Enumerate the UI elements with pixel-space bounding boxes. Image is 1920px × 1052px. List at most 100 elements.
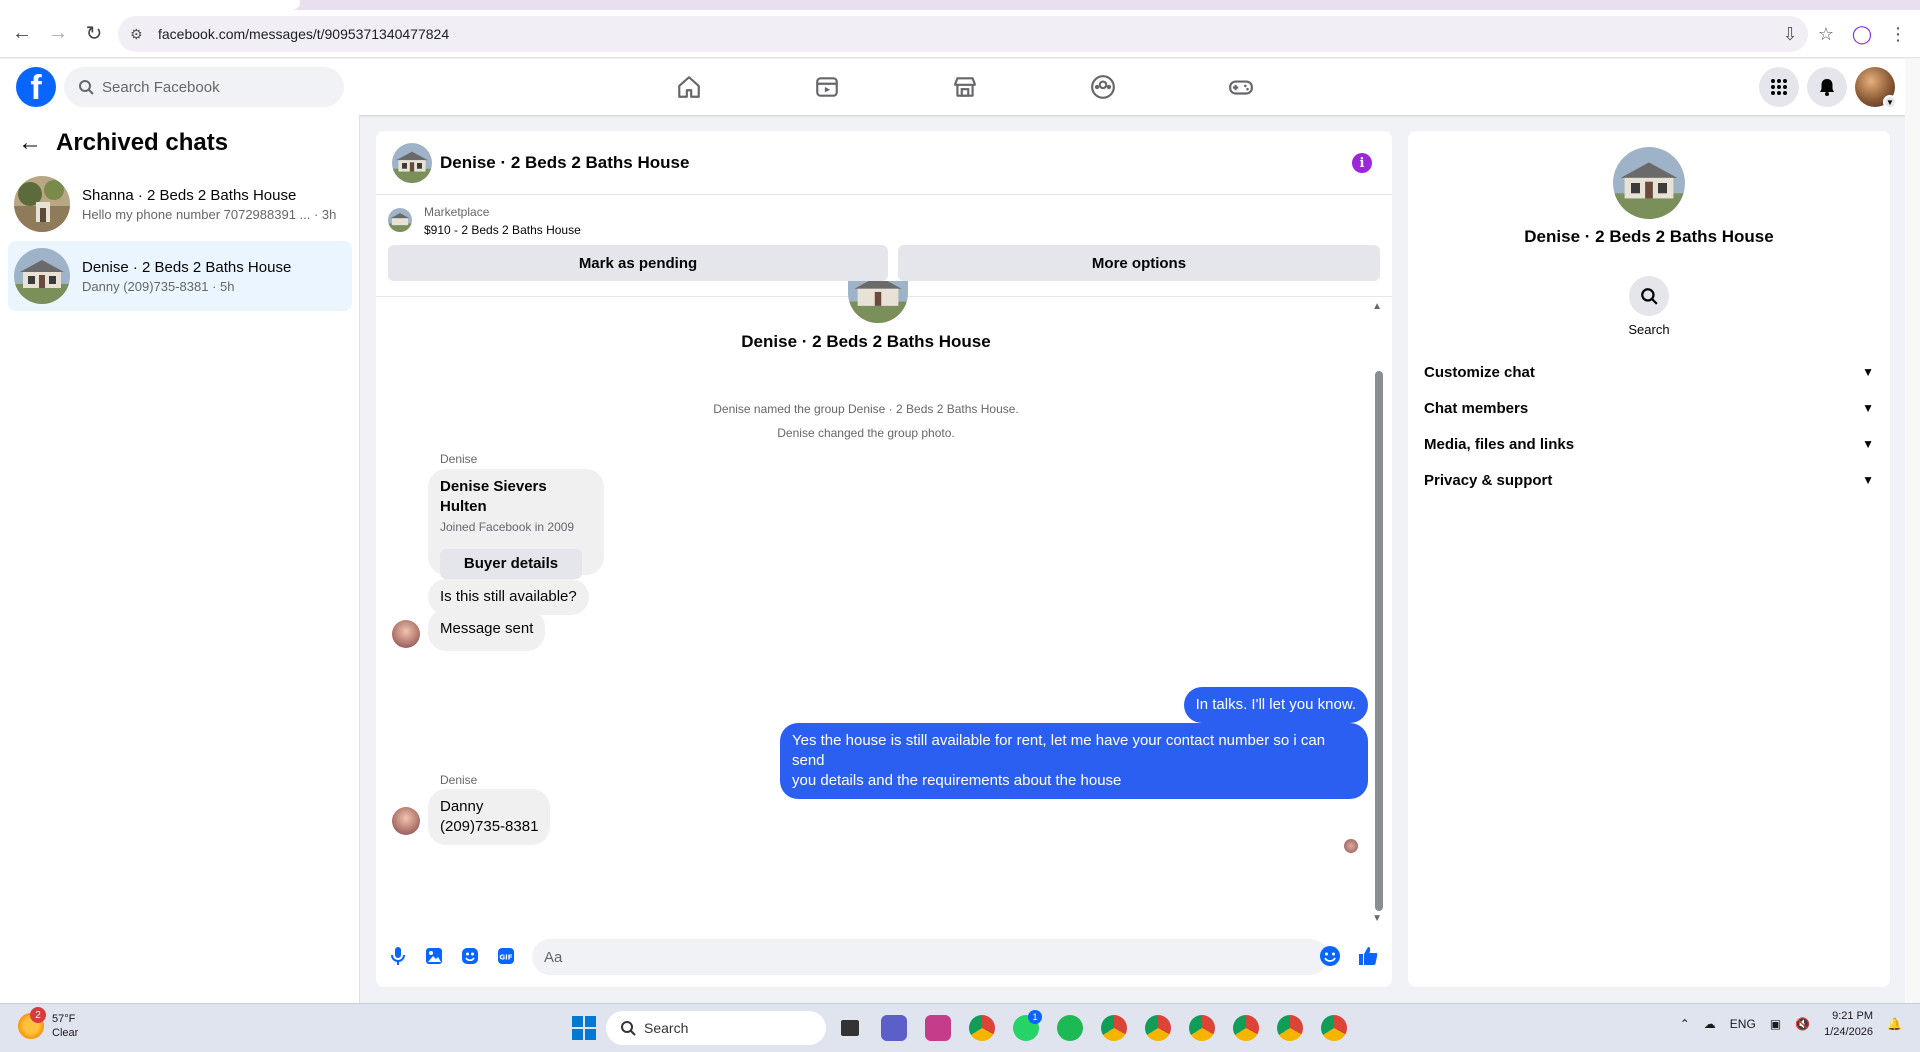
cloud-offline-icon[interactable]: ☁ xyxy=(1704,1017,1716,1031)
volume-muted-icon[interactable]: 🔇 xyxy=(1795,1017,1810,1031)
weather-widget[interactable]: 2 57°F Clear xyxy=(18,1007,78,1040)
chat-list-item[interactable]: Shanna · 2 Beds 2 Baths House Hello my p… xyxy=(8,169,352,239)
weather-icon: 2 xyxy=(18,1007,46,1039)
read-receipt-avatar xyxy=(1344,839,1358,853)
chats-sidebar: ← Archived chats Shanna · 2 Beds 2 Baths… xyxy=(0,115,360,1003)
nav-home-icon[interactable] xyxy=(620,59,758,115)
language-indicator[interactable]: ENG xyxy=(1730,1017,1756,1031)
sidebar-title: Archived chats xyxy=(56,129,229,156)
sticker-icon[interactable] xyxy=(458,944,482,968)
notifications-bell-icon[interactable] xyxy=(1807,67,1847,107)
system-tray: ⌃ ☁ ENG ▣ 🔇 9:21 PM 1/24/2026 🔔 xyxy=(1680,1008,1902,1040)
outgoing-message-bubble[interactable]: Yes the house is still available for ren… xyxy=(780,723,1368,799)
mark-as-pending-button[interactable]: Mark as pending xyxy=(388,245,888,281)
message-input[interactable]: Aa xyxy=(532,939,1328,975)
facebook-search-input[interactable]: Search Facebook xyxy=(64,67,344,107)
emoji-icon[interactable] xyxy=(1318,944,1342,968)
media-files-links-item[interactable]: Media, files and links ▼ xyxy=(1424,426,1874,462)
chat-members-item[interactable]: Chat members ▼ xyxy=(1424,390,1874,426)
more-options-button[interactable]: More options xyxy=(898,245,1380,281)
network-icon[interactable]: ▣ xyxy=(1770,1017,1781,1031)
svg-text:GIF: GIF xyxy=(499,954,512,962)
chrome-profile-icon[interactable] xyxy=(1096,1010,1132,1046)
sender-name: Denise xyxy=(440,773,478,787)
message-list[interactable]: Denise · 2 Beds 2 Baths House Denise nam… xyxy=(376,281,1392,925)
task-view-icon[interactable] xyxy=(832,1010,868,1046)
customize-chat-item[interactable]: Customize chat ▼ xyxy=(1424,354,1874,390)
listing-title[interactable]: $910 - 2 Beds 2 Baths House xyxy=(424,223,581,237)
conversation-title[interactable]: Denise · 2 Beds 2 Baths House xyxy=(440,153,689,173)
scrollbar-thumb[interactable] xyxy=(1375,371,1383,911)
page-scrollbar[interactable] xyxy=(1905,59,1920,1003)
chevron-up-icon[interactable]: ⌃ xyxy=(1680,1017,1690,1031)
conversation-avatar[interactable] xyxy=(392,142,432,183)
chrome-profile-icon[interactable] xyxy=(1140,1010,1176,1046)
gif-icon[interactable]: GIF xyxy=(494,944,518,968)
chrome-profile-icon[interactable] xyxy=(1316,1010,1352,1046)
windows-start-icon[interactable] xyxy=(572,1016,596,1040)
menu-item-label: Customize chat xyxy=(1424,363,1535,381)
chrome-icon[interactable] xyxy=(964,1010,1000,1046)
system-message: Denise named the group Denise · 2 Beds 2… xyxy=(713,402,1019,416)
browser-tabstrip xyxy=(0,0,1920,10)
chat-name: Shanna · 2 Beds 2 Baths House xyxy=(82,186,297,204)
chat-name: Denise · 2 Beds 2 Baths House xyxy=(82,258,292,276)
chrome-profile-icon[interactable] xyxy=(1272,1010,1308,1046)
chat-avatar xyxy=(14,176,70,232)
group-title: Denise · 2 Beds 2 Baths House xyxy=(741,332,991,351)
browser-toolbar: ← → ↻ ⚙ facebook.com/messages/t/90953713… xyxy=(0,10,1920,58)
nav-gaming-icon[interactable] xyxy=(1172,59,1310,115)
menu-grid-icon[interactable] xyxy=(1759,67,1799,107)
info-icon[interactable]: i xyxy=(1352,153,1372,173)
conversation-pane: Denise · 2 Beds 2 Baths House i Marketpl… xyxy=(376,131,1392,987)
reload-icon[interactable]: ↻ xyxy=(76,16,112,52)
taskbar-search[interactable]: Search xyxy=(606,1011,826,1045)
outgoing-message-bubble[interactable]: In talks. I'll let you know. xyxy=(1183,687,1368,723)
chat-search-button[interactable] xyxy=(1629,276,1669,316)
clock[interactable]: 9:21 PM 1/24/2026 xyxy=(1824,1008,1873,1040)
menu-kebab-icon[interactable]: ⋮ xyxy=(1882,18,1914,50)
site-info-icon[interactable]: ⚙ xyxy=(130,25,148,43)
marketplace-label: Marketplace xyxy=(424,205,490,219)
sender-avatar[interactable] xyxy=(392,807,420,835)
active-tab[interactable] xyxy=(0,0,300,10)
message-composer: GIF Aa xyxy=(376,925,1392,987)
outgoing-line: Yes the house is still available for ren… xyxy=(792,732,1326,769)
thumbs-up-icon[interactable] xyxy=(1356,944,1380,968)
photo-icon[interactable] xyxy=(422,944,446,968)
install-app-icon[interactable]: ⇩ xyxy=(1774,18,1806,50)
chat-list-item-active[interactable]: Denise · 2 Beds 2 Baths House Danny (209… xyxy=(8,241,352,311)
forward-icon[interactable]: → xyxy=(40,16,76,52)
sender-avatar[interactable] xyxy=(392,620,420,648)
whatsapp-icon[interactable]: 1 xyxy=(1008,1010,1044,1046)
listing-thumbnail[interactable] xyxy=(388,208,412,232)
microphone-icon[interactable] xyxy=(386,944,410,968)
buyer-details-button[interactable]: Buyer details xyxy=(440,549,582,579)
back-arrow-icon[interactable]: ← xyxy=(18,129,42,157)
message-bubble[interactable]: Message sent xyxy=(428,609,546,651)
clock-date: 1/24/2026 xyxy=(1824,1026,1874,1038)
notification-bell-icon[interactable]: 🔔 xyxy=(1887,1017,1902,1031)
teams-icon[interactable] xyxy=(876,1010,912,1046)
account-avatar[interactable]: ▼ xyxy=(1855,67,1897,109)
snipping-tool-icon[interactable] xyxy=(920,1010,956,1046)
spotify-icon[interactable] xyxy=(1052,1010,1088,1046)
bookmark-star-icon[interactable]: ☆ xyxy=(1810,18,1842,50)
menu-item-label: Media, files and links xyxy=(1424,435,1575,453)
chrome-profile-icon[interactable] xyxy=(1184,1010,1220,1046)
system-message: Denise changed the group photo. xyxy=(777,426,955,440)
chrome-profile-icon[interactable] xyxy=(1228,1010,1264,1046)
message-bubble[interactable]: Danny (209)735-8381 xyxy=(428,789,551,845)
nav-groups-icon[interactable] xyxy=(1034,59,1172,115)
facebook-logo[interactable]: f xyxy=(16,67,56,107)
profile-icon[interactable]: ◯ xyxy=(1846,18,1878,50)
nav-marketplace-icon[interactable] xyxy=(896,59,1034,115)
chevron-down-icon: ▼ xyxy=(1862,473,1874,487)
address-bar[interactable]: ⚙ facebook.com/messages/t/90953713404778… xyxy=(118,16,1808,52)
scroll-up-icon[interactable]: ▲ xyxy=(1372,301,1382,312)
privacy-support-item[interactable]: Privacy & support ▼ xyxy=(1424,462,1874,498)
message-input-placeholder: Aa xyxy=(544,948,563,966)
scroll-down-icon[interactable]: ▼ xyxy=(1372,913,1382,924)
back-icon[interactable]: ← xyxy=(4,16,40,52)
nav-video-icon[interactable] xyxy=(758,59,896,115)
